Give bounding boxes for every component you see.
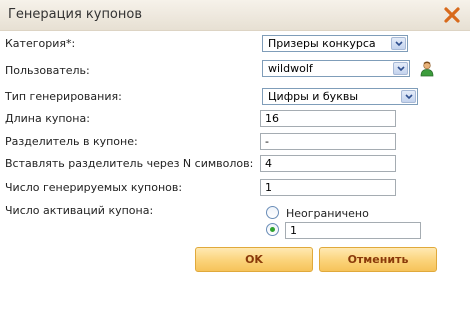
count-label: Число генерируемых купонов: [5,181,183,194]
cancel-button[interactable]: Отменить [319,247,437,272]
radio-selected-dot [270,227,275,232]
category-select[interactable]: Призеры конкурса [262,35,408,52]
category-value: Призеры конкурса [268,37,376,50]
separator-n-input[interactable] [260,155,396,172]
length-label: Длина купона: [5,112,90,125]
activations-label: Число активаций купона: [5,204,154,217]
ok-button[interactable]: OK [195,247,313,272]
close-icon[interactable] [442,5,462,25]
gen-type-value: Цифры и буквы [268,90,359,103]
category-label: Категория*: [5,37,76,50]
activations-input[interactable] [285,222,421,239]
user-icon[interactable] [420,61,434,77]
chevron-down-icon [393,62,408,75]
unlimited-label: Неограничено [286,207,369,220]
chevron-down-icon [401,90,416,103]
length-input[interactable] [260,110,396,127]
gen-type-label: Тип генерирования: [5,90,122,103]
user-value: wildwolf [268,62,313,75]
user-label: Пользователь: [5,64,90,77]
separator-label: Разделитель в купоне: [5,135,138,148]
dialog-titlebar: Генерация купонов [0,0,470,31]
dialog-title: Генерация купонов [8,7,143,22]
gen-type-select[interactable]: Цифры и буквы [262,88,418,105]
separator-input[interactable] [260,133,396,150]
count-input[interactable] [260,179,396,196]
chevron-down-icon [391,37,406,50]
user-select[interactable]: wildwolf [262,60,410,77]
unlimited-radio[interactable] [266,206,279,219]
separator-n-label: Вставлять разделитель через N символов: [5,157,254,170]
custom-activations-radio[interactable] [266,223,279,236]
